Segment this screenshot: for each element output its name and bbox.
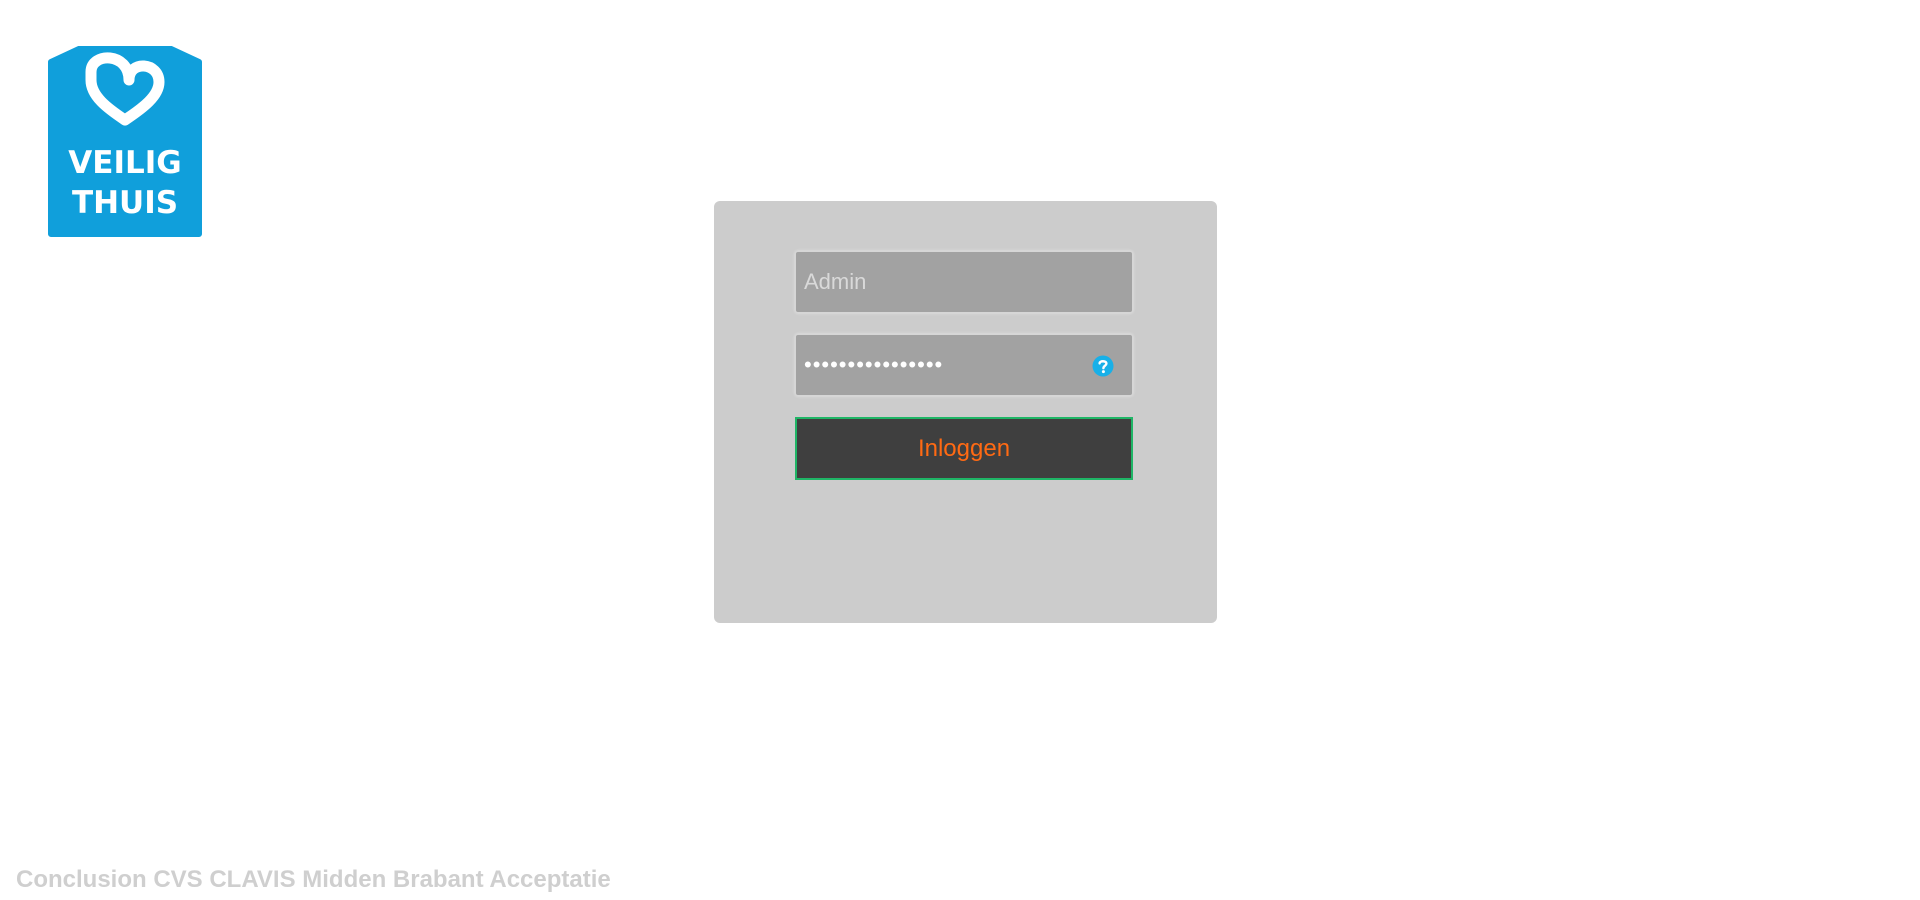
password-field: [795, 334, 1133, 396]
question-circle-icon[interactable]: [1092, 355, 1114, 377]
logo-text-veilig: VEILIG: [68, 145, 181, 181]
login-panel: Inloggen: [714, 201, 1217, 623]
username-input[interactable]: [796, 252, 1132, 312]
login-button[interactable]: Inloggen: [795, 417, 1133, 480]
logo-text-thuis: THUIS: [72, 185, 178, 221]
password-input[interactable]: [796, 335, 1132, 395]
environment-label: Conclusion CVS CLAVIS Midden Brabant Acc…: [16, 866, 611, 893]
veilig-thuis-logo: VEILIG THUIS: [47, 46, 203, 238]
username-field: [795, 251, 1133, 313]
login-page: VEILIG THUIS Inloggen Conclusion CVS CLA…: [0, 0, 1920, 900]
